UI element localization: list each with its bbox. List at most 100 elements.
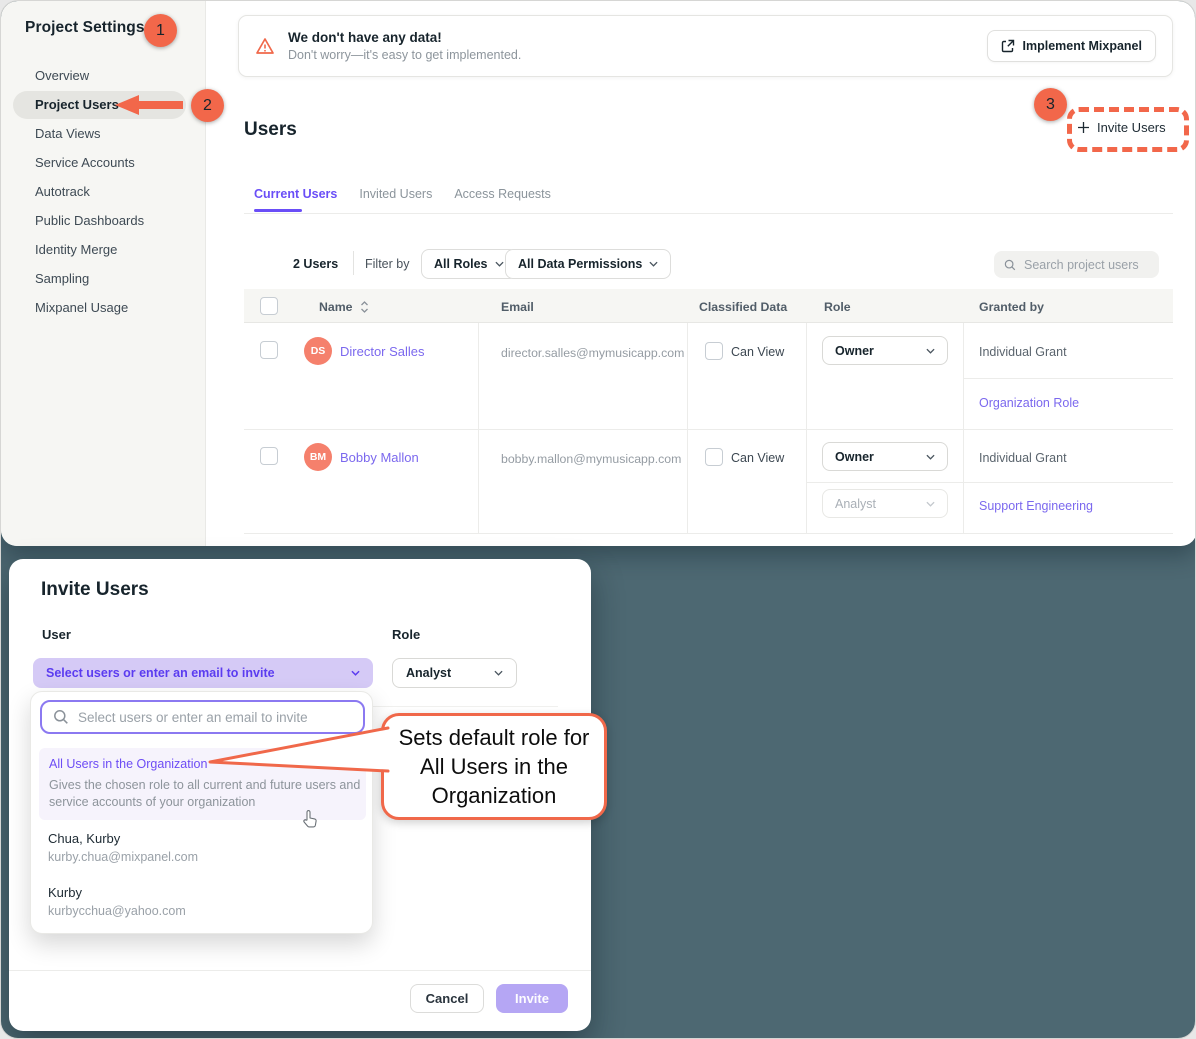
permissions-filter-dropdown[interactable]: All Data Permissions [505, 249, 671, 279]
role-select[interactable]: Analyst [392, 658, 517, 688]
avatar: BM [304, 443, 332, 471]
column-header-name[interactable]: Name [319, 300, 353, 314]
tab-invited-users[interactable]: Invited Users [359, 187, 432, 201]
banner-subtitle: Don't worry—it's easy to get implemented… [288, 48, 521, 62]
tab-current-users[interactable]: Current Users [254, 187, 337, 201]
roles-filter-dropdown[interactable]: All Roles [421, 249, 517, 279]
sidebar-item-overview[interactable]: Overview [35, 67, 89, 85]
filter-by-label: Filter by [365, 257, 409, 271]
option-user-name[interactable]: Chua, Kurby [48, 831, 120, 846]
permissions-filter-label: All Data Permissions [518, 257, 642, 271]
support-engineering-link[interactable]: Support Engineering [979, 499, 1093, 513]
implement-mixpanel-button[interactable]: Implement Mixpanel [987, 30, 1156, 62]
user-name-link[interactable]: Bobby Mallon [340, 450, 419, 465]
search-icon [1004, 258, 1016, 272]
grant-divider [963, 378, 1173, 379]
no-data-banner: We don't have any data! Don't worry—it's… [238, 15, 1173, 77]
user-email: director.salles@mymusicapp.com [501, 346, 684, 360]
chevron-down-icon [926, 501, 935, 507]
screenshot-window: Project Settings Overview Project Users … [0, 0, 1196, 1039]
user-select[interactable]: Select users or enter an email to invite [33, 658, 373, 688]
granted-by-value: Individual Grant [979, 451, 1067, 465]
roles-filter-label: All Roles [434, 257, 488, 271]
can-view-label: Can View [731, 345, 784, 359]
column-header-role: Role [824, 300, 851, 314]
tab-access-requests[interactable]: Access Requests [454, 187, 551, 201]
granted-by-value: Individual Grant [979, 345, 1067, 359]
role-field-label: Role [392, 627, 420, 642]
project-settings-panel: Project Settings Overview Project Users … [1, 1, 1196, 546]
sidebar-item-sampling[interactable]: Sampling [35, 270, 89, 288]
search-icon [53, 709, 69, 725]
annotation-step-3: 3 [1034, 88, 1067, 121]
sidebar-item-project-users[interactable]: Project Users [35, 96, 119, 114]
callout-tail [204, 723, 392, 777]
can-view-checkbox[interactable] [705, 342, 723, 360]
row-divider [244, 429, 1173, 430]
option-user-email: kurby.chua@mixpanel.com [48, 850, 198, 864]
row-checkbox[interactable] [260, 447, 278, 465]
tabs-divider [244, 213, 1173, 214]
sidebar-item-data-views[interactable]: Data Views [35, 125, 101, 143]
modal-title: Invite Users [41, 579, 149, 601]
sidebar-item-public-dashboards[interactable]: Public Dashboards [35, 212, 144, 230]
sidebar-item-autotrack[interactable]: Autotrack [35, 183, 90, 201]
hand-cursor-icon [300, 808, 320, 830]
warning-icon [255, 36, 275, 56]
table-bottom-border [244, 533, 1173, 534]
callout-bubble: Sets default role for All Users in the O… [381, 713, 607, 820]
search-project-users-input[interactable] [1024, 258, 1149, 272]
column-header-granted: Granted by [979, 300, 1044, 314]
sort-icon[interactable] [360, 300, 369, 314]
sidebar-title: Project Settings [25, 19, 145, 37]
user-name-link[interactable]: Director Salles [340, 344, 425, 359]
role-value: Analyst [835, 497, 876, 511]
implement-mixpanel-label: Implement Mixpanel [1023, 39, 1142, 53]
user-field-label: User [42, 627, 71, 642]
users-tabs: Current Users Invited Users Access Reque… [254, 187, 551, 201]
sidebar-item-mixpanel-usage[interactable]: Mixpanel Usage [35, 299, 128, 317]
role-dropdown-disabled: Analyst [822, 489, 948, 518]
banner-title: We don't have any data! [288, 30, 521, 45]
search-project-users[interactable] [994, 251, 1159, 278]
can-view-checkbox[interactable] [705, 448, 723, 466]
row-checkbox[interactable] [260, 341, 278, 359]
chevron-down-icon [495, 261, 504, 267]
option-user-email: kurbycchua@yahoo.com [48, 904, 186, 918]
sidebar-item-service-accounts[interactable]: Service Accounts [35, 154, 135, 172]
toolbar-divider [353, 251, 354, 275]
annotation-dashed-box [1067, 107, 1189, 152]
role-dropdown[interactable]: Owner [822, 442, 948, 471]
role-value: Owner [835, 344, 874, 358]
active-tab-underline [254, 209, 302, 212]
user-count: 2 Users [293, 257, 338, 271]
option-all-users-org-description: Gives the chosen role to all current and… [49, 777, 363, 811]
role-dropdown[interactable]: Owner [822, 336, 948, 365]
invite-button[interactable]: Invite [496, 984, 568, 1013]
can-view-label: Can View [731, 451, 784, 465]
option-user-name[interactable]: Kurby [48, 885, 82, 900]
avatar: DS [304, 337, 332, 365]
chevron-down-icon [351, 670, 360, 676]
user-select-value: Select users or enter an email to invite [46, 666, 275, 680]
sidebar-item-identity-merge[interactable]: Identity Merge [35, 241, 117, 259]
cancel-button[interactable]: Cancel [410, 984, 484, 1013]
chevron-down-icon [926, 348, 935, 354]
select-all-checkbox[interactable] [260, 297, 278, 315]
annotation-arrow-left [111, 93, 187, 117]
column-header-classified: Classified Data [699, 300, 787, 314]
column-header-email: Email [501, 300, 534, 314]
annotation-step-2: 2 [191, 89, 224, 122]
annotation-step-1: 1 [144, 14, 177, 47]
chevron-down-icon [494, 670, 503, 676]
organization-role-link[interactable]: Organization Role [979, 396, 1079, 410]
user-email: bobby.mallon@mymusicapp.com [501, 452, 681, 466]
external-link-icon [1001, 39, 1015, 53]
callout-text: Sets default role for All Users in the O… [393, 723, 595, 810]
grant-divider [806, 482, 1173, 483]
sidebar: Project Settings Overview Project Users … [1, 1, 206, 546]
chevron-down-icon [649, 261, 658, 267]
role-select-value: Analyst [406, 666, 451, 680]
footer-divider [9, 970, 591, 971]
role-value: Owner [835, 450, 874, 464]
